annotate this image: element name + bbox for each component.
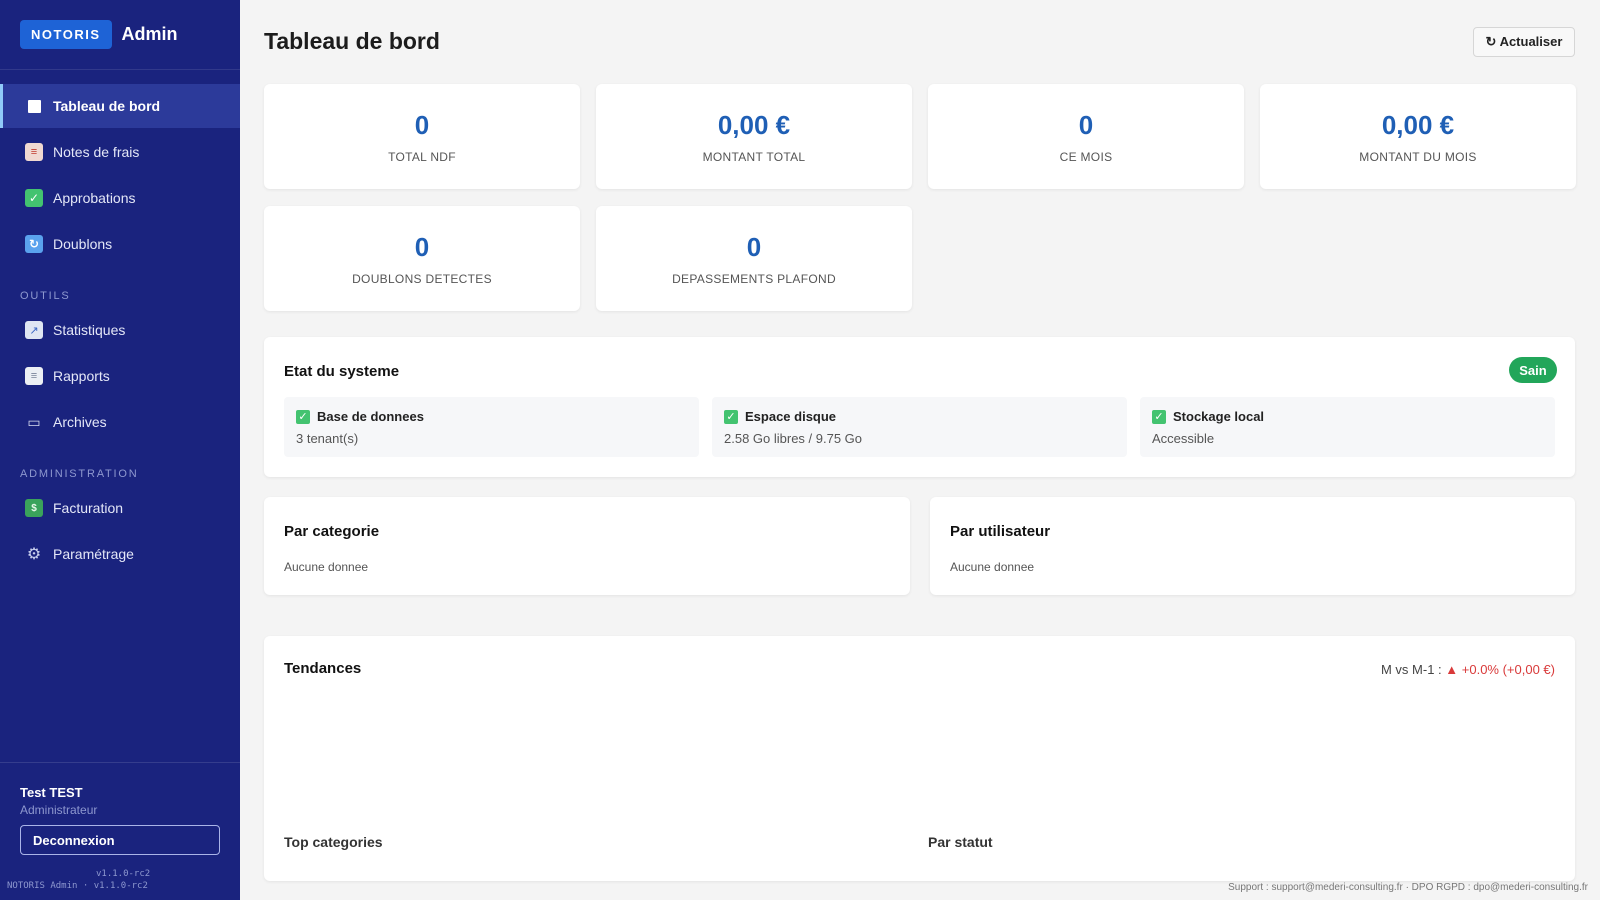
stat-card-month-amount: 0,00 € MONTANT DU MOIS — [1260, 84, 1576, 189]
gear-icon: ⚙ — [26, 546, 42, 563]
brand[interactable]: NOTORIS Admin — [0, 0, 240, 70]
system-status-title: Etat du systeme — [284, 363, 400, 380]
stat-label: MONTANT TOTAL — [702, 150, 806, 164]
system-item-detail: Accessible — [1152, 431, 1215, 446]
system-item-detail: 2.58 Go libres / 9.75 Go — [724, 431, 863, 446]
user-panel: Test TEST Administrateur Deconnexion — [0, 762, 240, 855]
sidebar-item-billing[interactable]: $ Facturation — [0, 486, 240, 530]
stat-card-total-amount: 0,00 € MONTANT TOTAL — [596, 84, 912, 189]
version-label: v1.1.0-rc2 — [96, 869, 151, 879]
chart-icon: ↗ — [25, 321, 43, 339]
sidebar-item-label: Archives — [53, 414, 107, 430]
money-icon: $ — [25, 499, 43, 517]
sidebar-item-label: Paramétrage — [53, 546, 134, 562]
system-item-title: Stockage local — [1173, 409, 1265, 424]
stat-label: DOUBLONS DETECTES — [352, 272, 492, 286]
stat-value: 0 — [414, 232, 430, 262]
document-icon: ≡ — [25, 367, 43, 385]
sidebar-item-label: Rapports — [53, 368, 110, 384]
trend-comparison-value: ▲ +0.0% (+0,00 €) — [1445, 662, 1555, 677]
dashboard-icon — [25, 97, 43, 115]
stat-value: 0 — [1078, 110, 1094, 140]
stat-label: CE MOIS — [1059, 150, 1113, 164]
sidebar-item-label: Statistiques — [53, 322, 126, 338]
sidebar-item-expenses[interactable]: ≡ Notes de frais — [0, 130, 240, 174]
sidebar-item-reports[interactable]: ≡ Rapports — [0, 354, 240, 398]
nav-section-admin: ADMINISTRATION — [20, 468, 139, 480]
archive-icon: ▭ — [27, 413, 41, 430]
status-badge: Sain — [1509, 357, 1557, 383]
sidebar-item-label: Doublons — [53, 236, 113, 252]
stat-value: 0,00 € — [717, 110, 791, 140]
nav-section-tools: OUTILS — [20, 290, 71, 302]
trends-title: Tendances — [284, 660, 362, 677]
sidebar-item-label: Notes de frais — [53, 144, 140, 160]
sidebar-item-label: Tableau de bord — [53, 98, 161, 114]
refresh-button[interactable]: ↻ Actualiser — [1473, 27, 1575, 57]
stat-value: 0 — [414, 110, 430, 140]
sidebar-item-archives[interactable]: ▭ Archives — [0, 400, 240, 444]
trend-comparison-label: M vs M-1 : — [1380, 662, 1442, 677]
check-icon: ✓ — [1152, 409, 1166, 424]
system-item-disk: ✓ Espace disque 2.58 Go libres / 9.75 Go — [712, 397, 1127, 457]
check-icon: ✓ — [25, 189, 43, 207]
top-categories-title: Top categories — [284, 834, 383, 850]
empty-state: Aucune donnee — [950, 560, 1035, 574]
stat-label: MONTANT DU MOIS — [1359, 150, 1477, 164]
system-item-title: Base de donnees — [317, 409, 424, 424]
system-status-card: Etat du systeme Sain ✓ Base de donnees 3 … — [264, 337, 1575, 477]
sidebar-item-statistics[interactable]: ↗ Statistiques — [0, 308, 240, 352]
trends-card: Tendances M vs M-1 : ▲ +0.0% (+0,00 €) T… — [264, 636, 1575, 881]
user-name: Test TEST — [20, 785, 83, 800]
stat-card-total-ndf: 0 TOTAL NDF — [264, 84, 580, 189]
page-title: Tableau de bord — [264, 28, 440, 54]
sidebar-item-settings[interactable]: ⚙ Paramétrage — [0, 532, 240, 576]
version-footer: NOTORIS Admin · v1.1.0-rc2 — [7, 881, 148, 891]
by-category-card: Par categorie Aucune donnee — [264, 497, 910, 595]
by-status-title: Par statut — [928, 834, 993, 850]
check-icon: ✓ — [296, 409, 310, 424]
receipt-icon: ≡ — [25, 143, 43, 161]
stat-label: TOTAL NDF — [388, 150, 456, 164]
by-category-title: Par categorie — [284, 523, 380, 540]
brand-app-name: Admin — [121, 24, 178, 44]
stat-card-duplicates: 0 DOUBLONS DETECTES — [264, 206, 580, 311]
brand-logo: NOTORIS — [20, 20, 112, 49]
stat-label: DEPASSEMENTS PLAFOND — [672, 272, 836, 286]
stat-card-this-month: 0 CE MOIS — [928, 84, 1244, 189]
main-content: Tableau de bord ↻ Actualiser 0 TOTAL NDF… — [240, 0, 1600, 900]
sidebar-item-label: Approbations — [53, 190, 136, 206]
sidebar: NOTORIS Admin Tableau de bord ≡ Notes de… — [0, 0, 240, 900]
user-role: Administrateur — [20, 803, 98, 817]
stat-value: 0,00 € — [1381, 110, 1455, 140]
sidebar-item-duplicates[interactable]: ↻ Doublons — [0, 222, 240, 266]
sidebar-item-label: Facturation — [53, 500, 124, 516]
sync-icon: ↻ — [25, 235, 43, 253]
system-item-storage: ✓ Stockage local Accessible — [1140, 397, 1555, 457]
sidebar-nav: Tableau de bord ≡ Notes de frais ✓ Appro… — [0, 70, 240, 576]
check-icon: ✓ — [724, 409, 738, 424]
empty-state: Aucune donnee — [284, 560, 369, 574]
sidebar-item-approvals[interactable]: ✓ Approbations — [0, 176, 240, 220]
system-item-title: Espace disque — [745, 409, 837, 424]
footer-contacts: Support : support@mederi-consulting.fr ·… — [1228, 882, 1588, 893]
stat-card-limit-exceeded: 0 DEPASSEMENTS PLAFOND — [596, 206, 912, 311]
by-user-card: Par utilisateur Aucune donnee — [930, 497, 1575, 595]
trend-comparison: M vs M-1 : ▲ +0.0% (+0,00 €) — [1381, 662, 1555, 677]
sidebar-item-dashboard[interactable]: Tableau de bord — [0, 84, 240, 128]
by-user-title: Par utilisateur — [950, 523, 1051, 540]
system-item-detail: 3 tenant(s) — [296, 431, 359, 446]
logout-button[interactable]: Deconnexion — [20, 825, 220, 855]
system-item-database: ✓ Base de donnees 3 tenant(s) — [284, 397, 699, 457]
stat-value: 0 — [746, 232, 762, 262]
